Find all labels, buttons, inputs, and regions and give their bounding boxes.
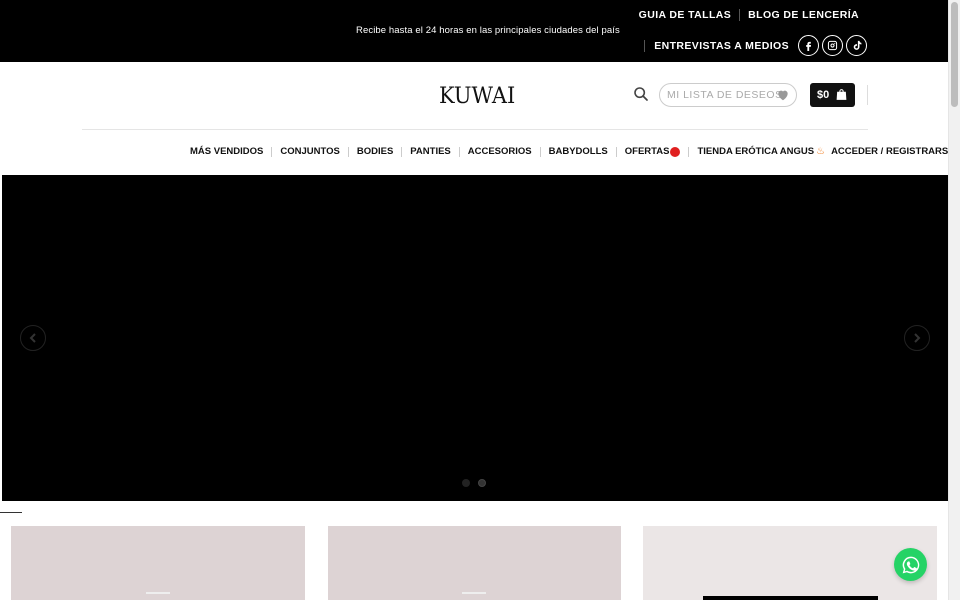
top-row-social: ENTREVISTAS A MEDIOS: [644, 35, 867, 56]
slider-prev-button[interactable]: [20, 325, 46, 351]
divider: [347, 146, 349, 157]
card-placeholder-bar: [146, 592, 170, 594]
nav-item-sets[interactable]: CONJUNTOS: [280, 146, 339, 157]
divider: [271, 146, 273, 157]
whatsapp-icon: [902, 556, 919, 573]
media-interviews-link[interactable]: ENTREVISTAS A MEDIOS: [654, 40, 789, 52]
fire-icon: ♨: [816, 146, 826, 157]
section-divider: [0, 512, 22, 513]
cart-amount: $0: [817, 89, 830, 101]
lingerie-blog-link[interactable]: BLOG DE LENCERÍA: [748, 9, 859, 21]
product-card[interactable]: [11, 526, 305, 600]
product-card[interactable]: [328, 526, 621, 600]
instagram-icon[interactable]: [822, 35, 843, 56]
cart-button[interactable]: $0: [810, 83, 855, 107]
card-placeholder-bar: [462, 592, 486, 594]
nav-item-accessories[interactable]: ACCESORIOS: [468, 146, 532, 157]
wishlist-label: MI LISTA DE DESEOS: [667, 89, 783, 101]
heart-icon: [778, 90, 788, 101]
nav-item-babydolls[interactable]: BABYDOLLS: [549, 146, 608, 157]
search-icon[interactable]: [633, 86, 649, 102]
wishlist-button[interactable]: MI LISTA DE DESEOS: [659, 83, 797, 107]
shopping-bag-icon: [836, 89, 847, 100]
chevron-left-icon: [29, 333, 36, 343]
scrollbar-thumb[interactable]: [951, 2, 958, 107]
slider-next-button[interactable]: [904, 325, 930, 351]
slider-dot-active[interactable]: [478, 479, 486, 487]
product-card[interactable]: [643, 526, 937, 600]
nav-item-login-register[interactable]: ACCEDER / REGISTRARSE: [831, 146, 955, 157]
divider: [458, 146, 460, 157]
tiktok-icon[interactable]: [846, 35, 867, 56]
divider: [688, 146, 690, 157]
divider: [401, 146, 403, 157]
site-logo[interactable]: KUWAI: [439, 84, 515, 109]
main-nav: MÁS VENDIDOS CONJUNTOS BODIES PANTIES AC…: [190, 146, 955, 157]
header-separator: [82, 129, 868, 130]
divider: [539, 146, 541, 157]
nav-item-best-sellers[interactable]: MÁS VENDIDOS: [190, 146, 263, 157]
red-circle-icon: [670, 146, 681, 157]
facebook-icon[interactable]: [798, 35, 819, 56]
page-scrollbar[interactable]: [948, 0, 960, 600]
whatsapp-chat-button[interactable]: [894, 548, 927, 581]
page: Recibe hasta el 24 horas en las principa…: [0, 0, 960, 600]
divider: [615, 146, 617, 157]
size-guide-link[interactable]: GUIA DE TALLAS: [639, 9, 732, 21]
hero-slider[interactable]: [2, 175, 948, 501]
nav-item-erotic-store[interactable]: TIENDA ERÓTICA ANGUS ♨: [697, 146, 831, 157]
card-banner: [703, 596, 878, 600]
nav-item-offers[interactable]: OFERTAS: [625, 146, 681, 157]
top-bar: Recibe hasta el 24 horas en las principa…: [0, 0, 948, 62]
slider-dot[interactable]: [462, 479, 470, 487]
nav-item-offers-label: OFERTAS: [624, 146, 670, 157]
chevron-right-icon: [914, 333, 921, 343]
nav-item-erotic-store-label: TIENDA ERÓTICA ANGUS: [697, 146, 815, 157]
promo-text: Recibe hasta el 24 horas en las principa…: [356, 25, 620, 36]
slider-dots: [462, 479, 486, 487]
nav-item-bodies[interactable]: BODIES: [357, 146, 393, 157]
divider: [644, 39, 646, 52]
header-divider: [867, 85, 868, 105]
divider: [739, 9, 741, 21]
nav-item-panties[interactable]: PANTIES: [410, 146, 450, 157]
top-links: GUIA DE TALLAS BLOG DE LENCERÍA: [639, 9, 859, 21]
